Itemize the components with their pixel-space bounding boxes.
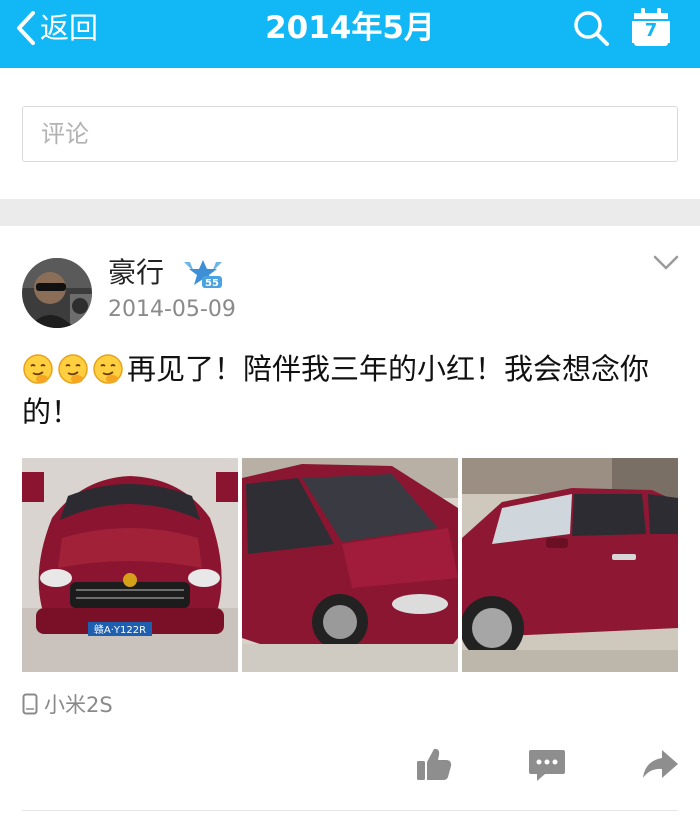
comment-box[interactable]	[22, 106, 678, 162]
calendar-button[interactable]: 7	[632, 7, 672, 49]
comment-button[interactable]	[527, 744, 567, 784]
badge-level: 55	[205, 278, 219, 289]
emoji-2	[58, 354, 88, 384]
top-bar: 返回 2014年5月 7	[0, 0, 700, 68]
comment-icon	[529, 750, 565, 781]
post-photo-2[interactable]	[242, 458, 458, 672]
comment-input[interactable]	[23, 107, 677, 161]
search-button[interactable]	[570, 8, 612, 48]
phone-icon	[22, 693, 38, 715]
device-info: 小米2S	[22, 690, 113, 718]
device-name: 小米2S	[44, 693, 113, 717]
vip-badge-icon: 55	[184, 260, 222, 289]
license-plate: 赣A·Y122R	[94, 623, 146, 636]
share-icon	[643, 750, 678, 778]
emoji-3	[93, 354, 123, 384]
section-divider	[0, 199, 700, 226]
post-photo-1[interactable]: 赣A·Y122R	[22, 458, 238, 672]
chevron-down-icon[interactable]	[652, 252, 680, 274]
author-name[interactable]: 豪行	[108, 255, 164, 291]
post-date: 2014-05-09	[108, 297, 236, 322]
post-text: 再见了！陪伴我三年的小红！我会想念你的！	[22, 348, 682, 434]
share-button[interactable]	[640, 744, 680, 784]
bottom-divider	[22, 810, 678, 811]
post-photo-3[interactable]	[462, 458, 678, 672]
previous-content-remnant	[20, 66, 620, 72]
like-button[interactable]	[414, 744, 454, 784]
avatar[interactable]	[22, 258, 92, 328]
calendar-day: 7	[632, 21, 670, 43]
search-icon	[574, 11, 609, 46]
emoji-1	[23, 354, 53, 384]
like-icon	[417, 748, 452, 780]
